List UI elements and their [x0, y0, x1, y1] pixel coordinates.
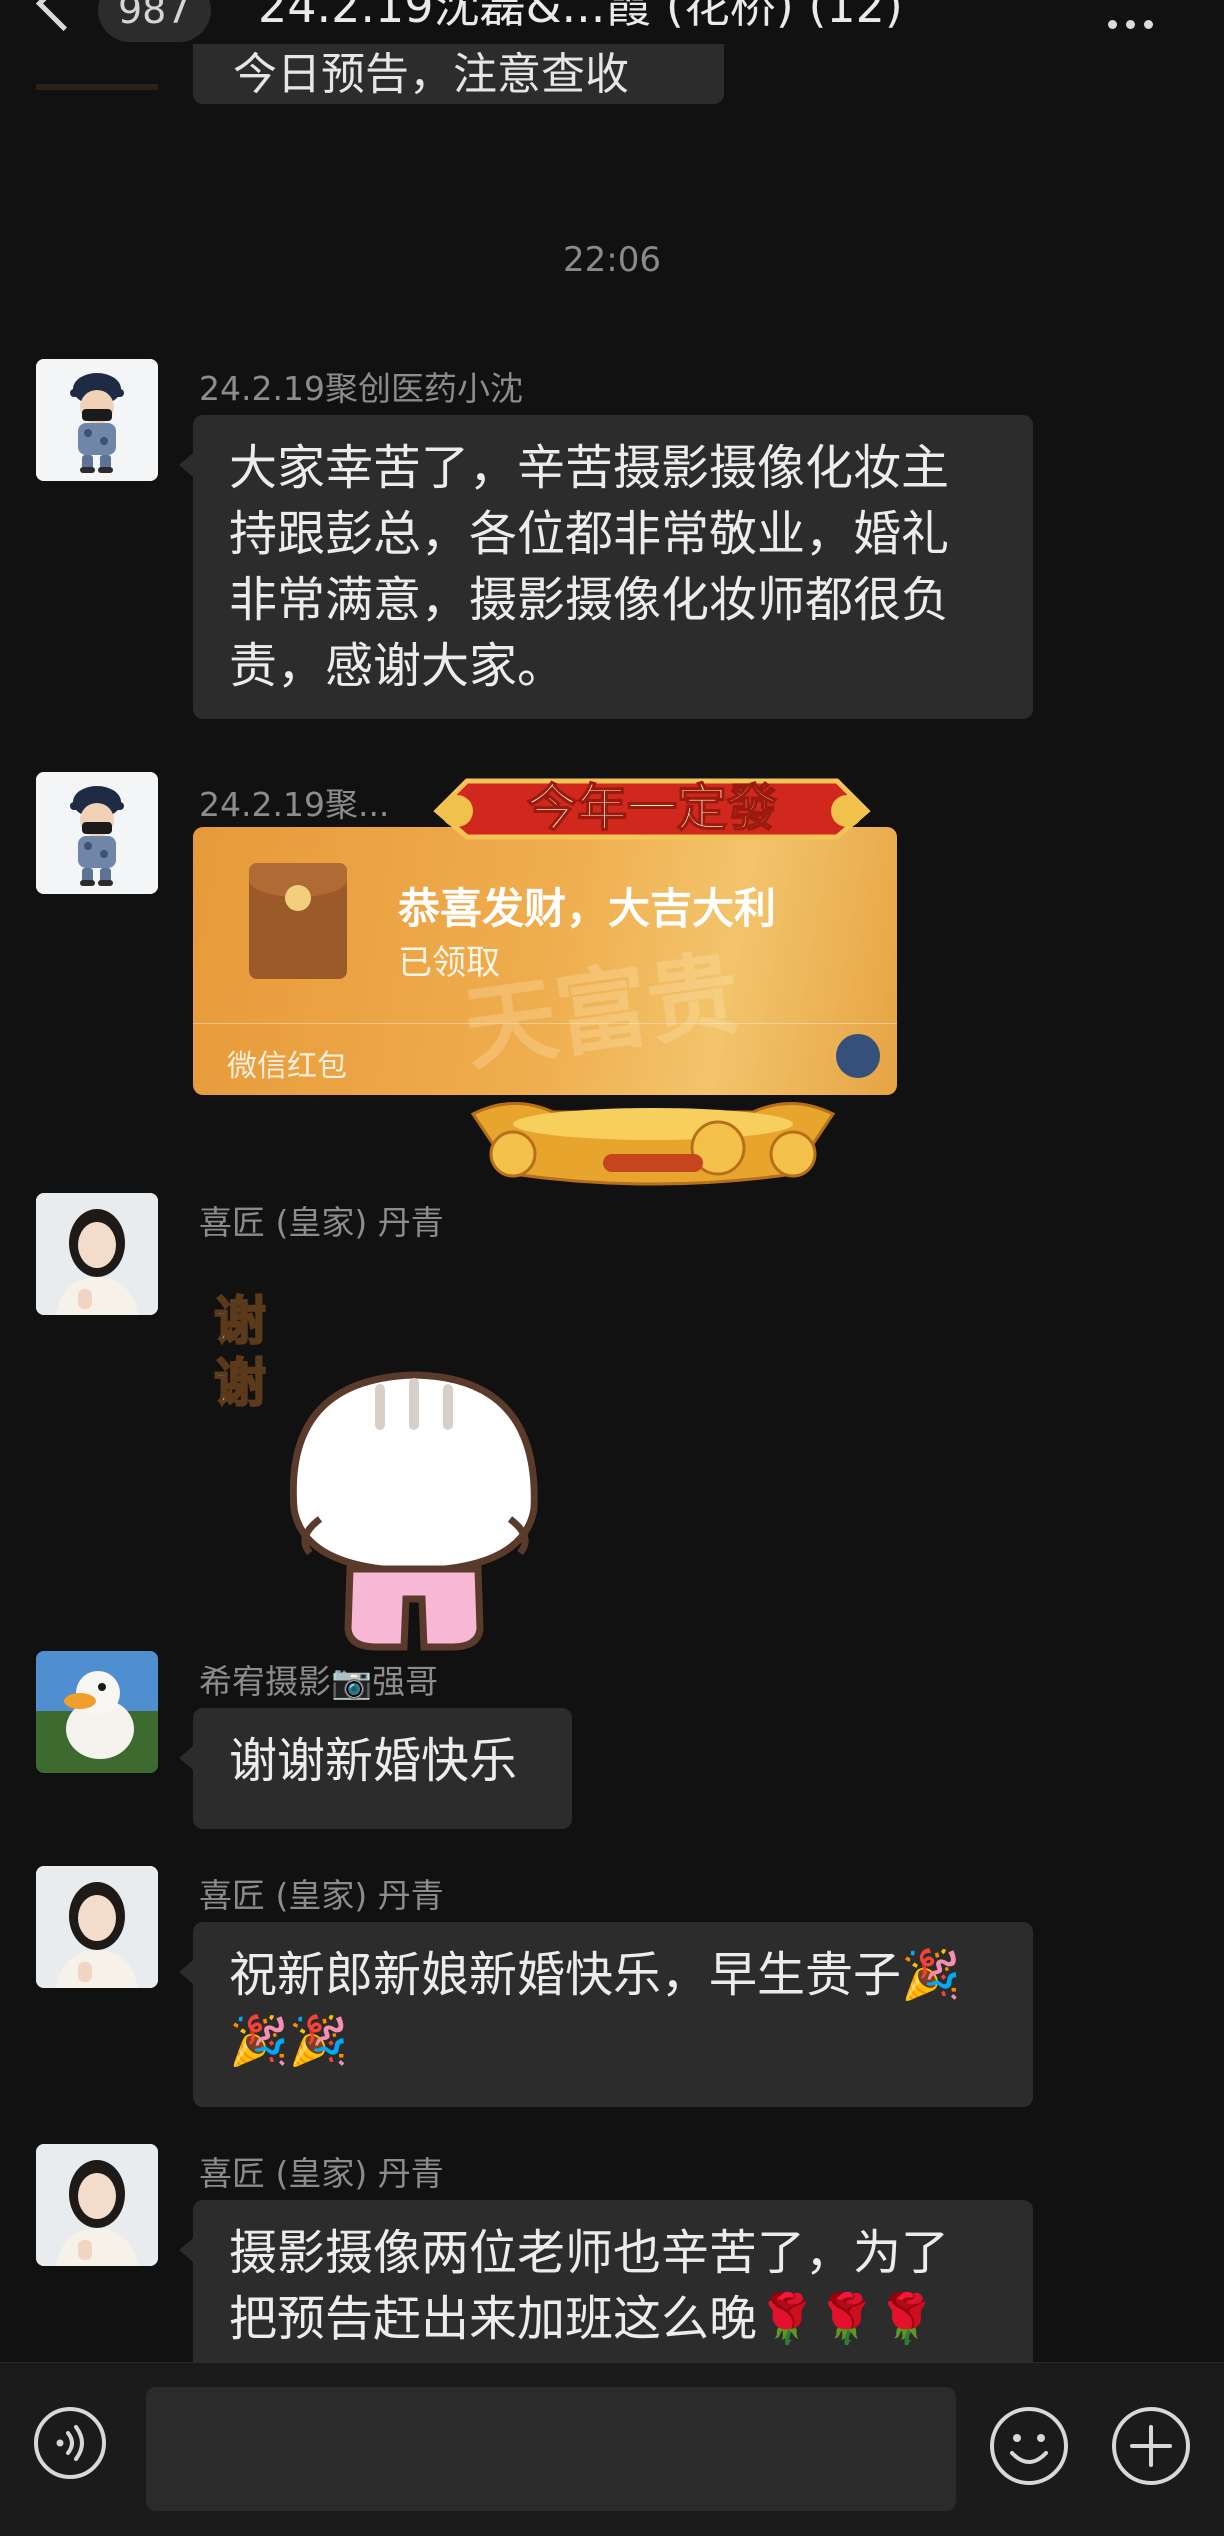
message-input[interactable]	[146, 2387, 956, 2511]
message-line: 摄影摄像两位老师也辛苦了，为了	[229, 2225, 950, 2281]
message-bubble[interactable]: 摄影摄像两位老师也辛苦了，为了 把预告赶出来加班这么晚🌹🌹🌹	[179, 2200, 1033, 2362]
boy-cartoon-icon	[36, 772, 158, 894]
message-bubble[interactable]: 大家幸苦了，辛苦摄影摄像化妆主 持跟彭总，各位都非常敬业，婚礼 非常满意，摄影摄…	[179, 415, 1033, 719]
emoji-icon[interactable]	[988, 2405, 1070, 2487]
message-line: 非常满意，摄影摄像化妆师都很负	[229, 572, 950, 628]
more-options-icon[interactable]	[1108, 14, 1162, 33]
avatar-woman[interactable]	[36, 1193, 158, 1315]
chat-title[interactable]: 24.2.19沈磊&...霞 (花桥) (12)	[258, 0, 903, 38]
plus-icon[interactable]	[1110, 2405, 1192, 2487]
sender-name: 24.2.19聚...	[199, 785, 390, 824]
sender-name: 24.2.19聚创医药小沈	[199, 369, 523, 408]
avatar-duck[interactable]	[36, 1651, 158, 1773]
message-line: 持跟彭总，各位都非常敬业，婚礼	[229, 506, 950, 562]
boy-cartoon-icon	[36, 359, 158, 481]
red-packet-label: 微信红包	[227, 1049, 347, 1084]
message-line: 大家幸苦了，辛苦摄影摄像化妆主	[229, 440, 950, 496]
avatar-woman[interactable]	[36, 1866, 158, 1988]
message-line: 🎉🎉	[229, 2013, 349, 2069]
red-packet-sender-avatar	[836, 1034, 880, 1078]
previous-message-text: 今日预告，注意查收	[233, 49, 629, 100]
red-packet-card[interactable]: 天富贵 恭喜发财，大吉大利 已领取 微信红包	[193, 827, 897, 1095]
red-packet-envelope-icon	[249, 863, 347, 979]
previous-message-bubble[interactable]: 今日预告，注意查收	[193, 44, 724, 104]
duck-photo-icon	[36, 1651, 158, 1773]
avatar-boy-cartoon[interactable]	[36, 772, 158, 894]
woman-portrait-icon	[36, 2144, 158, 2266]
sender-name: 喜匠 (皇家) 丹青	[199, 1203, 444, 1242]
message-timestamp: 22:06	[563, 240, 661, 280]
avatar-boy-cartoon[interactable]	[36, 359, 158, 481]
message-line: 把预告赶出来加班这么晚🌹🌹🌹	[229, 2291, 937, 2347]
red-packet-cover-banner: 今年一定發	[433, 778, 871, 840]
woman-portrait-icon	[36, 1866, 158, 1988]
message-line: 谢谢新婚快乐	[229, 1733, 518, 1789]
red-packet-banner-text: 今年一定發	[527, 779, 777, 837]
back-arrow-icon[interactable]	[35, 0, 92, 32]
red-packet-status: 已领取	[398, 943, 500, 983]
sticker-text: 谢	[214, 1292, 266, 1352]
red-packet-divider	[193, 1023, 897, 1024]
unread-count-badge[interactable]: 987	[98, 0, 211, 42]
voice-icon[interactable]	[32, 2405, 108, 2481]
chat-header: 987 24.2.19沈磊&...霞 (花桥) (12)	[0, 0, 1224, 44]
message-bubble[interactable]: 祝新郎新娘新婚快乐，早生贵子🎉 🎉🎉	[179, 1922, 1033, 2107]
message-composer	[0, 2362, 1224, 2536]
message-line: 祝新郎新娘新婚快乐，早生贵子🎉	[229, 1947, 961, 2003]
message-list[interactable]: 今日预告，注意查收 22:06 24.2.19聚创医药小沈 大家幸苦了，辛苦摄影…	[0, 44, 1224, 2362]
avatar-woman[interactable]	[36, 2144, 158, 2266]
thank-you-bun-sticker[interactable]: 谢 谢	[200, 1269, 560, 1659]
sender-name: 希宥摄影📷强哥	[199, 1662, 439, 1701]
sticker-text: 谢	[214, 1354, 266, 1414]
gold-ingot-decoration-icon	[470, 1102, 836, 1186]
woman-portrait-icon	[36, 1193, 158, 1315]
previous-avatar-fragment	[36, 84, 158, 90]
sender-name: 喜匠 (皇家) 丹青	[199, 2154, 444, 2193]
message-bubble[interactable]: 谢谢新婚快乐	[179, 1708, 572, 1829]
message-line: 责，感谢大家。	[229, 638, 566, 694]
red-packet-title: 恭喜发财，大吉大利	[398, 884, 777, 933]
sender-name: 喜匠 (皇家) 丹青	[199, 1876, 444, 1915]
